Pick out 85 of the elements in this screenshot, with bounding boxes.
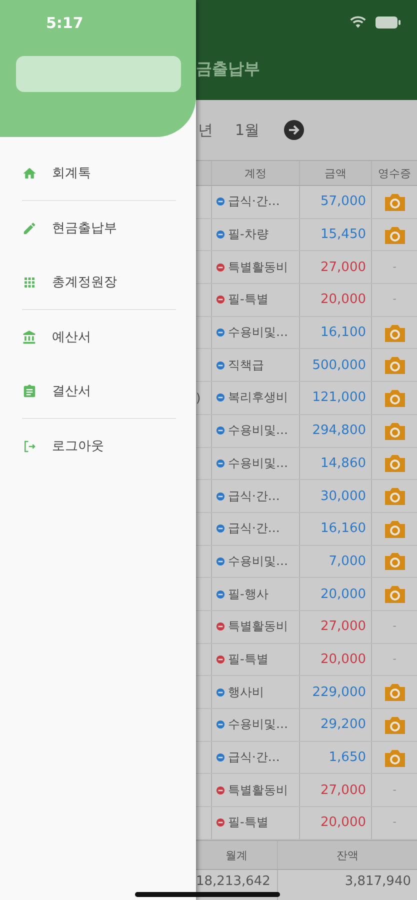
camera-icon[interactable] [384,226,404,244]
header-cell: 월계 [196,841,278,869]
amount-cell: 27,000 [300,774,372,806]
amount-cell: 27,000 [300,251,372,284]
status-time: 5:17 [46,14,84,32]
account-name: 직책급 [228,356,264,374]
bank-icon [22,330,37,344]
camera-icon[interactable] [384,192,404,211]
amount-cell: 1,650 [300,742,372,774]
account-name: 수용비및… [228,324,288,342]
amount-cell: 16,160 [300,512,372,545]
camera-icon[interactable] [384,683,404,702]
camera-icon[interactable] [384,324,404,342]
logout-icon [22,438,37,454]
camera-icon[interactable] [384,487,404,506]
account-name: 필-특별 [228,814,268,832]
menu-item[interactable]: 예산서 [20,310,176,364]
account-name: 필-행사 [228,586,268,603]
camera-icon[interactable] [384,388,404,407]
account-name: 수용비및… [228,552,288,570]
amount-cell: 20,000 [300,284,372,316]
no-receipt-mark: - [392,294,396,306]
camera-icon[interactable] [384,748,404,767]
account-name: 필-특별 [228,291,268,308]
menu-item[interactable]: 결산서 [20,364,176,418]
account-name: 필-특별 [228,650,268,668]
amount-cell: 229,000 [300,676,372,708]
amount-cell: 20,000 [300,807,372,839]
amount-cell: 20,000 [300,578,372,610]
account-name: 급식·간… [228,749,280,766]
camera-icon[interactable] [384,585,404,604]
grid-icon [22,274,37,290]
header-cell: 금액 [300,161,372,185]
no-receipt-mark: - [392,262,396,273]
menu-item[interactable]: 회계톡 [20,146,176,200]
clipboard-icon [22,384,37,398]
amount-cell: 500,000 [300,349,372,382]
screen-title: 금출납부 [196,59,260,80]
camera-icon[interactable] [384,716,404,734]
account-name: 특별활동비 [228,782,288,799]
no-receipt-mark: - [392,784,396,796]
account-name: 복리후생비 [228,389,288,406]
amount-cell: 121,000 [300,382,372,414]
header-cell-text: 잔액 [336,848,360,864]
account-name: 급식·간… [228,488,280,505]
camera-icon[interactable] [384,356,404,374]
no-receipt-mark: - [392,654,396,665]
account-name: 특별활동비 [228,258,288,276]
amount-cell: 30,000 [300,480,372,512]
amount-cell: 29,200 [300,709,372,741]
amount-cell: 20,000 [300,644,372,676]
account-name: 수용비및… [228,454,288,472]
header-cell: 계정 [212,161,300,185]
camera-icon[interactable] [384,520,404,538]
account-name: 수용비및… [228,716,288,734]
total-cell-text: 3,817,940 [344,873,412,891]
account-name: 급식·간… [228,193,280,210]
amount-cell: 14,860 [300,448,372,480]
account-name: 특별활동비 [228,618,288,636]
menu-item[interactable]: 현금출납부 [20,201,176,255]
year-label: 년 [198,120,213,140]
amount-cell: 7,000 [300,546,372,578]
menu-item[interactable]: 총계정원장 [20,255,176,309]
account-name: 급식·간… [228,520,280,538]
account-name: 필-차량 [228,226,268,244]
account-name: 수용비및… [228,422,288,440]
amount-cell: 15,450 [300,218,372,250]
amount-cell: 27,000 [300,610,372,643]
amount-cell: 16,100 [300,316,372,348]
amount-cell: 57,000 [300,186,372,218]
amount-cell: 294,800 [300,414,372,446]
menu-item[interactable]: 로그아웃 [20,419,176,473]
no-receipt-mark: - [392,621,396,632]
month-label: 1월 [235,120,260,140]
wifi-icon [349,16,367,29]
battery-icon [375,16,401,29]
camera-icon[interactable] [384,454,404,472]
camera-icon[interactable] [384,552,404,570]
account-name: 행사비 [228,684,264,701]
no-receipt-mark: - [392,817,396,828]
camera-icon[interactable] [384,422,404,440]
pencil-icon [22,220,37,236]
table-cell: ) [196,382,212,414]
header-cell-text: 영수증 [377,166,412,182]
home-icon [22,166,37,180]
